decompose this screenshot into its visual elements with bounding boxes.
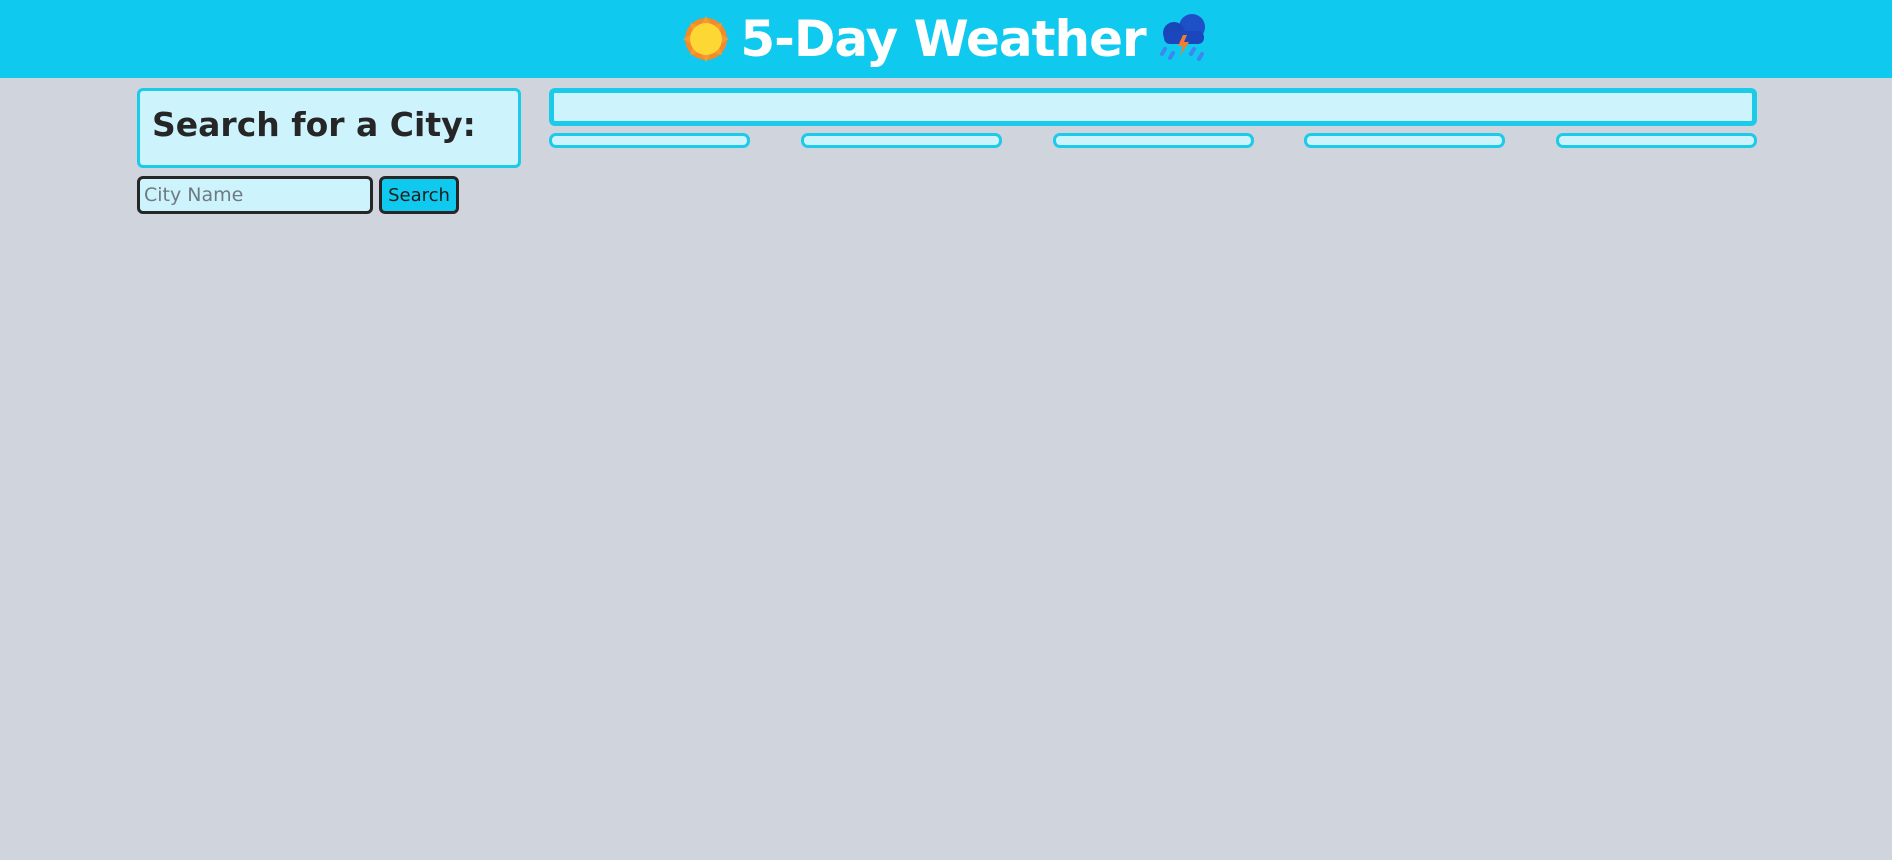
city-search-input[interactable] <box>137 176 373 214</box>
forecast-card-3 <box>1053 133 1254 148</box>
sun-icon <box>682 15 730 63</box>
app-title: 5-Day Weather <box>740 10 1146 68</box>
title-wrap: 5-Day Weather <box>682 0 1209 78</box>
thunderstorm-icon <box>1156 13 1210 65</box>
forecast-card-2 <box>801 133 1002 148</box>
search-heading: Search for a City: <box>152 105 476 144</box>
search-panel: Search for a City: <box>137 88 521 168</box>
search-button[interactable]: Search <box>379 176 459 214</box>
current-weather-panel <box>549 88 1757 126</box>
forecast-card-4 <box>1304 133 1505 148</box>
app-header: 5-Day Weather <box>0 0 1892 78</box>
forecast-card-5 <box>1556 133 1757 148</box>
forecast-card-1 <box>549 133 750 148</box>
